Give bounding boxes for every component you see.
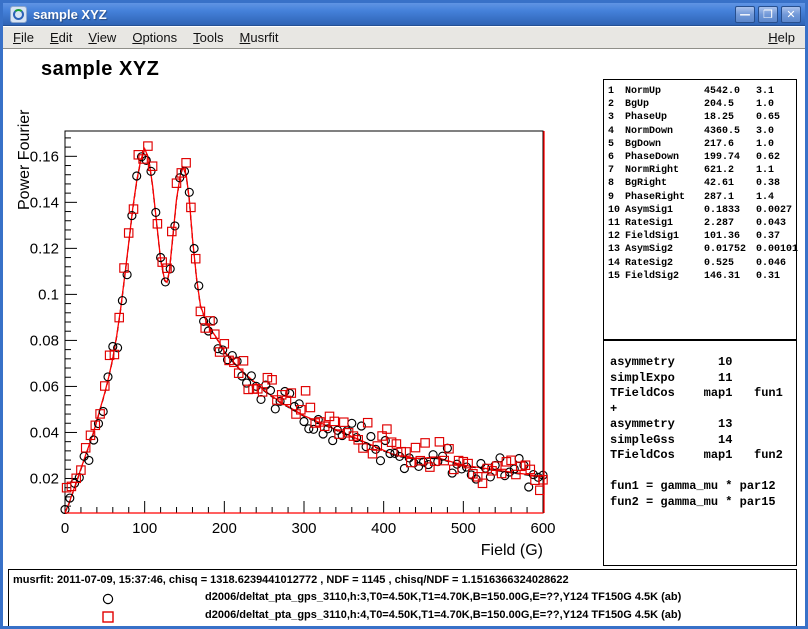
theory-line-3: + <box>610 402 796 418</box>
theory-line-8: fun1 = gamma_mu * par12 <box>610 479 796 495</box>
svg-text:500: 500 <box>451 520 476 537</box>
fit-info-legend-box: musrfit: 2011-07-09, 15:37:46, chisq = 1… <box>8 569 797 627</box>
theory-line-1: simplExpo 11 <box>610 371 796 387</box>
param-row-FieldSig1: 12FieldSig1101.360.37 <box>608 230 796 243</box>
theory-line-0: asymmetry 10 <box>610 355 796 371</box>
app-window: sample XYZ — ❐ ✕ FileEditViewOptionsTool… <box>0 0 808 629</box>
param-row-NormDown: 4NormDown4360.53.0 <box>608 125 796 138</box>
menu-item-tools[interactable]: Tools <box>185 28 231 47</box>
param-row-FieldSig2: 15FieldSig2146.310.31 <box>608 270 796 283</box>
param-row-BgUp: 2BgUp204.51.0 <box>608 98 796 111</box>
param-row-RateSig2: 14RateSig20.5250.046 <box>608 257 796 270</box>
menu-item-file[interactable]: File <box>5 28 42 47</box>
theory-line-2: TFieldCos map1 fun1 <box>610 386 796 402</box>
y-axis-label: Power Fourier <box>16 109 33 210</box>
svg-text:0.02: 0.02 <box>30 470 59 487</box>
axis-ticks <box>65 138 543 513</box>
svg-text:100: 100 <box>132 520 157 537</box>
open-square-icon <box>101 610 115 624</box>
axis-tick-labels: 0 100 200 300 400 500 600 0.02 0.04 0.06 0.08 0.1 0.… <box>30 148 556 537</box>
legend-row-0: d2006/deltat_pta_gps_3110,h:3,T0=4.50K,T… <box>9 590 796 608</box>
svg-text:0.14: 0.14 <box>30 194 59 211</box>
svg-text:0.1: 0.1 <box>38 286 59 303</box>
open-circle-icon <box>101 592 115 606</box>
minimize-button[interactable]: — <box>735 6 755 23</box>
legend-label-1: d2006/deltat_pta_gps_3110,h:4,T0=4.50K,T… <box>205 609 681 621</box>
param-row-NormRight: 7NormRight621.21.1 <box>608 164 796 177</box>
svg-text:400: 400 <box>371 520 396 537</box>
svg-text:0: 0 <box>61 520 69 537</box>
root-app-icon[interactable] <box>10 6 27 23</box>
param-row-PhaseUp: 3PhaseUp18.250.65 <box>608 111 796 124</box>
fit-parameters-box: 1NormUp4542.03.12BgUp204.51.03PhaseUp18.… <box>603 79 797 340</box>
param-row-PhaseRight: 9PhaseRight287.11.4 <box>608 191 796 204</box>
theory-line-6: TFieldCos map1 fun2 <box>610 448 796 464</box>
menubar: FileEditViewOptionsToolsMusrfit Help <box>3 27 805 49</box>
svg-text:0.12: 0.12 <box>30 240 59 257</box>
maximize-button[interactable]: ❐ <box>758 6 778 23</box>
fit-line-black-dashed <box>65 149 543 513</box>
plot-data <box>61 142 547 514</box>
svg-text:600: 600 <box>530 520 555 537</box>
window-title: sample XYZ <box>33 7 732 22</box>
close-button[interactable]: ✕ <box>781 6 801 23</box>
param-row-RateSig1: 11RateSig12.2870.043 <box>608 217 796 230</box>
theory-line-7 <box>610 464 796 480</box>
svg-text:300: 300 <box>291 520 316 537</box>
svg-text:0.16: 0.16 <box>30 148 59 165</box>
theory-line-5: simpleGss 14 <box>610 433 796 449</box>
fit-line-red <box>65 149 543 513</box>
menu-item-view[interactable]: View <box>80 28 124 47</box>
x-axis-label: Field (G) <box>481 542 543 559</box>
plot-frame <box>65 131 543 513</box>
param-row-PhaseDown: 6PhaseDown199.740.62 <box>608 151 796 164</box>
svg-text:0.04: 0.04 <box>30 424 59 441</box>
svg-text:200: 200 <box>212 520 237 537</box>
param-row-NormUp: 1NormUp4542.03.1 <box>608 85 796 98</box>
menu-item-options[interactable]: Options <box>124 28 185 47</box>
menu-item-musrfit[interactable]: Musrfit <box>232 28 287 47</box>
fit-statistics-text: musrfit: 2011-07-09, 15:37:46, chisq = 1… <box>13 574 569 586</box>
root-canvas[interactable]: sample XYZ 01002003004005006000.020.040.… <box>3 50 805 626</box>
param-row-AsymSig1: 10AsymSig10.18330.0027 <box>608 204 796 217</box>
param-row-AsymSig2: 13AsymSig20.017520.00101 <box>608 243 796 256</box>
series-circles <box>61 153 547 514</box>
titlebar[interactable]: sample XYZ — ❐ ✕ <box>3 3 805 26</box>
svg-text:0.08: 0.08 <box>30 332 59 349</box>
theory-box: asymmetry 10simplExpo 11TFieldCos map1 f… <box>603 340 797 566</box>
menu-item-edit[interactable]: Edit <box>42 28 80 47</box>
menu-item-help[interactable]: Help <box>760 28 803 47</box>
root-logo-swirl-icon <box>13 9 24 20</box>
legend-row-1: d2006/deltat_pta_gps_3110,h:4,T0=4.50K,T… <box>9 608 796 626</box>
legend-label-0: d2006/deltat_pta_gps_3110,h:3,T0=4.50K,T… <box>205 591 681 603</box>
param-row-BgRight: 8BgRight42.610.38 <box>608 177 796 190</box>
theory-line-4: asymmetry 13 <box>610 417 796 433</box>
theory-line-9: fun2 = gamma_mu * par15 <box>610 495 796 511</box>
param-row-BgDown: 5BgDown217.61.0 <box>608 138 796 151</box>
svg-text:0.06: 0.06 <box>30 378 59 395</box>
